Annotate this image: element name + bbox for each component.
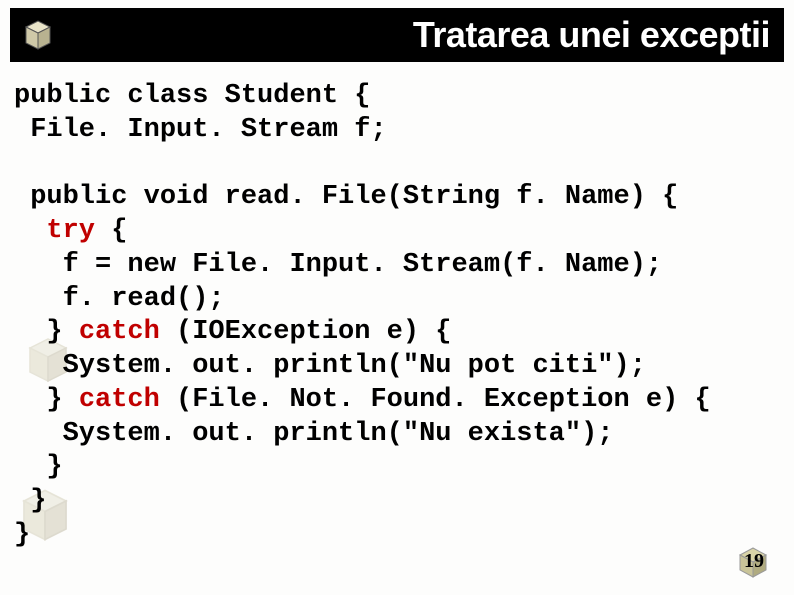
code-line: } [14, 486, 46, 516]
code-line: } catch (IOException e) { [14, 317, 451, 347]
cube-icon [18, 15, 58, 55]
page-number-box: 19 [730, 541, 776, 581]
code-line: f = new File. Input. Stream(f. Name); [14, 250, 662, 280]
code-line: } [14, 520, 30, 550]
header-bar: Tratarea unei exceptii [10, 8, 784, 62]
page-number: 19 [744, 550, 764, 573]
code-line: f. read(); [14, 284, 225, 314]
slide: Tratarea unei exceptii public class Stud… [0, 0, 794, 595]
code-line: public class Student { [14, 81, 370, 111]
code-line: } [14, 452, 63, 482]
keyword-catch: catch [79, 385, 160, 415]
code-line: File. Input. Stream f; [14, 115, 387, 145]
slide-title: Tratarea unei exceptii [58, 14, 784, 56]
keyword-try: try [46, 216, 95, 246]
code-line: System. out. println("Nu pot citi"); [14, 351, 646, 381]
code-line: System. out. println("Nu exista"); [14, 419, 614, 449]
code-block: public class Student { File. Input. Stre… [14, 80, 784, 553]
code-line: public void read. File(String f. Name) { [14, 182, 678, 212]
code-line: try { [14, 216, 127, 246]
keyword-catch: catch [79, 317, 160, 347]
code-line: } catch (File. Not. Found. Exception e) … [14, 385, 711, 415]
